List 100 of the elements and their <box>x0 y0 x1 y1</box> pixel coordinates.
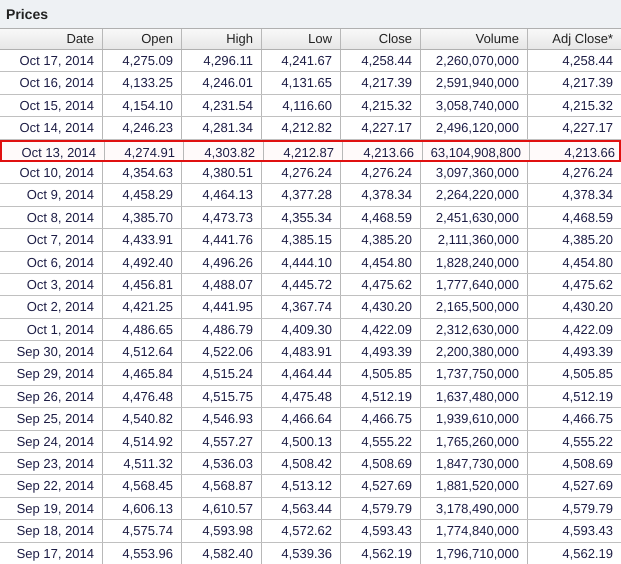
table-cell: 2,200,380,000 <box>421 341 528 362</box>
table-cell: 3,178,490,000 <box>421 498 528 520</box>
table-cell-text: 4,215.32 <box>561 96 614 115</box>
table-cell: Sep 18, 2014 <box>0 520 103 542</box>
table-cell: 4,116.60 <box>262 94 341 116</box>
table-cell: 4,281.34 <box>182 117 262 139</box>
table-cell: 4,131.65 <box>262 72 341 94</box>
table-cell-text: 4,378.34 <box>561 186 614 204</box>
table-cell: Sep 30, 2014 <box>0 341 103 362</box>
table-cell: 4,213.66 <box>343 142 423 160</box>
table-cell: 4,441.95 <box>182 296 262 318</box>
table-cell: 4,231.54 <box>182 94 262 116</box>
table-cell: 4,466.64 <box>262 408 341 430</box>
column-header[interactable]: Adj Close* <box>528 29 621 49</box>
table-cell: 4,486.79 <box>182 318 262 340</box>
column-header[interactable]: Date <box>0 29 103 49</box>
table-cell: 4,215.32 <box>341 94 421 116</box>
table-cell: 4,508.69 <box>341 453 421 474</box>
table-cell: 4,464.44 <box>262 363 341 385</box>
table-cell: 4,133.25 <box>103 72 182 94</box>
table-cell-text: 4,385.20 <box>561 231 614 250</box>
table-cell: 4,475.62 <box>341 274 421 296</box>
table-cell: 4,227.17 <box>341 117 421 139</box>
table-cell: Sep 22, 2014 <box>0 475 103 497</box>
table-cell-text: 4,527.69 <box>561 477 614 496</box>
table-cell: 4,385.20 <box>341 229 421 251</box>
table-cell: 2,496,120,000 <box>421 117 528 139</box>
table-cell-text: 4,213.66 <box>563 144 616 160</box>
table-cell: 4,568.45 <box>103 475 182 497</box>
table-cell: 1,765,260,000 <box>421 430 528 452</box>
table-cell: 2,312,630,000 <box>421 318 528 340</box>
table-cell-text: 4,512.19 <box>561 388 614 406</box>
table-cell: Sep 24, 2014 <box>0 430 103 452</box>
panel-title: Prices <box>6 4 48 24</box>
table-cell: 4,212.82 <box>262 117 341 139</box>
table-cell: 2,165,500,000 <box>421 296 528 318</box>
table-cell: 4,593.98 <box>182 520 262 542</box>
table-cell-text: 4,258.44 <box>561 52 614 70</box>
table-cell-text: 4,475.62 <box>561 276 614 294</box>
table-cell: 4,421.25 <box>103 296 182 318</box>
table-cell: Oct 6, 2014 <box>0 252 103 273</box>
table-cell: Oct 9, 2014 <box>0 184 103 206</box>
table-cell: 4,276.24 <box>341 162 421 184</box>
table-cell: 4,276.24 <box>262 162 341 184</box>
table-cell: 4,441.76 <box>182 229 262 251</box>
table-cell: Sep 29, 2014 <box>0 363 103 385</box>
table-cell: 4,500.13 <box>262 430 341 452</box>
table-cell: 2,260,070,000 <box>421 50 528 72</box>
table-cell: 4,385.15 <box>262 229 341 251</box>
table-cell: 4,539.36 <box>262 542 341 564</box>
table-cell: 1,828,240,000 <box>421 252 528 273</box>
table-cell: 4,483.91 <box>262 341 341 362</box>
table-cell: 4,296.11 <box>182 50 262 72</box>
table-cell: Oct 8, 2014 <box>0 206 103 228</box>
table-cell-text: 4,454.80 <box>561 254 614 272</box>
table-cell: 4,246.23 <box>103 117 182 139</box>
column-header[interactable]: Volume <box>421 29 528 49</box>
table-cell: 2,451,630,000 <box>421 206 528 228</box>
table-cell: 4,513.12 <box>262 475 341 497</box>
table-cell: 4,582.40 <box>182 542 262 564</box>
table-cell-text: 4,562.19 <box>561 544 614 563</box>
table-cell: 1,939,610,000 <box>421 408 528 430</box>
table-cell: 4,445.72 <box>262 274 341 296</box>
table-cell: 4,275.09 <box>103 50 182 72</box>
table-cell: 4,378.34 <box>341 184 421 206</box>
table-cell: 3,097,360,000 <box>421 162 528 184</box>
column-header[interactable]: Low <box>262 29 341 49</box>
table-cell-text: 4,466.75 <box>561 410 614 428</box>
table-cell: 4,355.34 <box>262 206 341 228</box>
table-cell: 4,385.70 <box>103 206 182 228</box>
table-cell: 3,058,740,000 <box>421 94 528 116</box>
column-header[interactable]: High <box>182 29 262 49</box>
table-cell: Oct 7, 2014 <box>0 229 103 251</box>
table-cell: 4,241.67 <box>262 50 341 72</box>
table-cell: 4,468.59 <box>341 206 421 228</box>
table-cell-text: 4,217.39 <box>561 74 614 92</box>
table-cell: 4,465.84 <box>103 363 182 385</box>
column-header[interactable]: Close <box>341 29 421 49</box>
table-cell-text: 4,508.69 <box>561 455 614 474</box>
table-cell: 4,546.93 <box>182 408 262 430</box>
table-cell: 4,246.01 <box>182 72 262 94</box>
column-header[interactable]: Open <box>103 29 182 49</box>
table-cell: 4,454.80 <box>341 252 421 273</box>
table-cell: 4,512.19 <box>341 386 421 408</box>
table-cell: 4,493.39 <box>341 341 421 362</box>
table-cell: 1,847,730,000 <box>421 453 528 474</box>
table-cell: 1,637,480,000 <box>421 386 528 408</box>
table-cell: 4,527.69 <box>341 475 421 497</box>
table-cell: 4,154.10 <box>103 94 182 116</box>
table-cell-text: 4,555.22 <box>561 432 614 451</box>
table-cell: 4,610.57 <box>182 498 262 520</box>
table-cell-text: 4,468.59 <box>561 208 614 227</box>
table-cell-text: 4,276.24 <box>561 164 614 182</box>
table-cell: 4,475.48 <box>262 386 341 408</box>
table-cell: 4,217.39 <box>341 72 421 94</box>
table-cell: 4,476.48 <box>103 386 182 408</box>
table-cell: 4,568.87 <box>182 475 262 497</box>
table-cell: 4,367.74 <box>262 296 341 318</box>
table-cell: 1,737,750,000 <box>421 363 528 385</box>
table-cell: 1,777,640,000 <box>421 274 528 296</box>
